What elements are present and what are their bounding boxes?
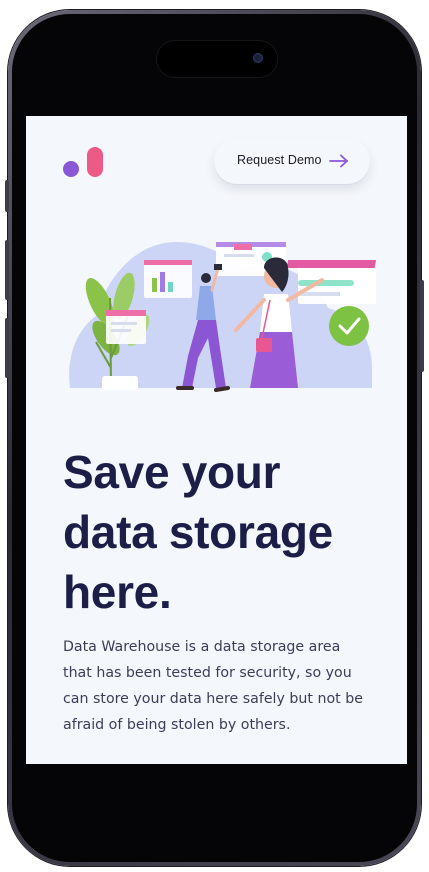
hero-description: Data Warehouse is a data storage area th… <box>63 634 383 738</box>
logo-dot <box>63 161 79 177</box>
arrow-right-icon <box>329 154 348 168</box>
action-button <box>5 180 9 212</box>
camera-lens <box>253 53 263 63</box>
power-button <box>420 280 424 372</box>
hero-illustration <box>69 242 376 392</box>
volume-up-button <box>5 240 9 300</box>
hero-headline: Save your data storage here. <box>63 442 383 622</box>
headline-line: Save your <box>63 446 281 498</box>
request-demo-button[interactable]: Request Demo <box>214 138 370 184</box>
description-line: afraid of being stolen by others. <box>63 717 291 733</box>
headline-line: here. <box>63 566 172 618</box>
headline-line: data storage <box>63 506 333 558</box>
description-line: can store your data here safely but not … <box>63 691 363 707</box>
request-demo-label: Request Demo <box>237 153 322 167</box>
description-line: that has been tested for security, so yo… <box>63 665 352 681</box>
volume-down-button <box>5 318 9 378</box>
description-line: Data Warehouse is a data storage area <box>63 639 341 655</box>
app-screen: Request Demo Save your data storage here… <box>26 116 407 764</box>
logo-pill <box>87 147 103 177</box>
brand-logo <box>63 147 107 181</box>
